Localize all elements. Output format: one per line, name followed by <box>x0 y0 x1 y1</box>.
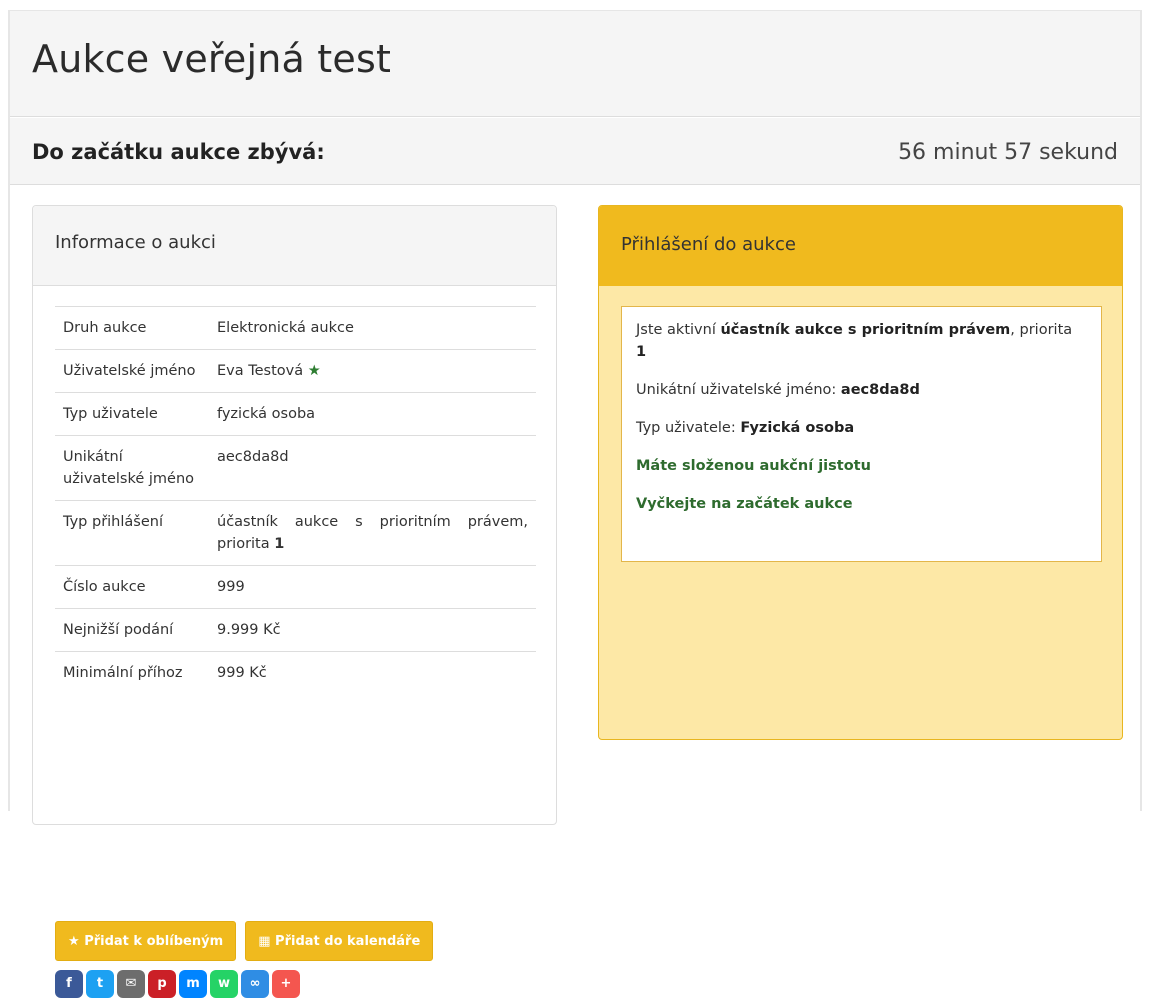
auction-info-header: Informace o aukci <box>33 206 556 286</box>
participant-status: Jste aktivní účastník aukce s prioritním… <box>636 319 1087 363</box>
status-prefix: Jste aktivní <box>636 322 716 338</box>
add-favorite-button[interactable]: ★ Přidat k oblíbeným <box>55 921 237 961</box>
unique-username-line: Unikátní uživatelské jméno: aec8da8d <box>636 379 1087 401</box>
row-value: 999 <box>209 565 536 609</box>
add-favorite-label: Přidat k oblíbeným <box>84 934 224 949</box>
table-row: Číslo aukce 999 <box>55 565 536 609</box>
row-label: Uživatelské jméno <box>55 349 209 393</box>
table-row: Nejnižší podání 9.999 Kč <box>55 608 536 652</box>
row-value: aec8da8d <box>209 435 536 501</box>
deposit-status-text: Máte složenou aukční jistotu <box>636 458 871 474</box>
wait-status: Vyčkejte na začátek aukce <box>636 493 1087 515</box>
add-calendar-label: Přidat do kalendáře <box>275 934 421 949</box>
page-frame: Aukce veřejná test Do začátku aukce zbýv… <box>8 10 1142 998</box>
auction-login-panel: Přihlášení do aukce Jste aktivní účastní… <box>598 205 1123 740</box>
status-priority: 1 <box>636 344 647 360</box>
auction-info-table: Druh aukce Elektronická aukce Uživatelsk… <box>55 306 536 694</box>
row-value: fyzická osoba <box>209 392 536 436</box>
row-label: Nejnižší podání <box>55 608 209 652</box>
username-value: Eva Testová <box>217 363 304 379</box>
auction-login-header: Přihlášení do aukce <box>599 206 1122 286</box>
unique-username-value: aec8da8d <box>840 382 920 398</box>
star-icon: ★ <box>68 934 80 949</box>
twitter-icon[interactable]: t <box>86 970 114 998</box>
priority-value: 1 <box>274 536 285 552</box>
countdown-label: Do začátku aukce zbývá: <box>32 140 325 164</box>
table-row: Minimální příhoz 999 Kč <box>55 651 536 694</box>
star-icon: ★ <box>307 363 321 379</box>
row-value: 9.999 Kč <box>209 608 536 652</box>
add-calendar-button[interactable]: ▦ Přidat do kalendáře <box>245 921 434 961</box>
row-label: Minimální příhoz <box>55 651 209 694</box>
user-type-label: Typ uživatele: <box>636 420 736 436</box>
calendar-icon: ▦ <box>258 934 271 949</box>
login-type-value: účastník aukce s prioritním právem, prio… <box>217 514 528 552</box>
table-row: Druh aukce Elektronická aukce <box>55 306 536 350</box>
table-row: Typ přihlášení účastník aukce s prioritn… <box>55 500 536 566</box>
row-label: Druh aukce <box>55 306 209 350</box>
page-title: Aukce veřejná test <box>32 37 392 81</box>
row-label: Typ uživatele <box>55 392 209 436</box>
countdown-bar: Do začátku aukce zbývá: 56 minut 57 seku… <box>10 118 1140 185</box>
user-type-line: Typ uživatele: Fyzická osoba <box>636 417 1087 439</box>
facebook-icon[interactable]: f <box>55 970 83 998</box>
auction-info-heading: Informace o aukci <box>55 232 216 253</box>
whatsapp-icon[interactable]: w <box>210 970 238 998</box>
more-icon[interactable]: + <box>272 970 300 998</box>
link-icon[interactable]: ∞ <box>241 970 269 998</box>
countdown-value: 56 minut 57 sekund <box>898 140 1118 165</box>
row-label: Typ přihlášení <box>55 500 209 566</box>
deposit-status: Máte složenou aukční jistotu <box>636 455 1087 477</box>
table-row: Uživatelské jméno Eva Testová ★ <box>55 349 536 393</box>
row-value: 999 Kč <box>209 651 536 694</box>
status-suffix: , priorita <box>1010 322 1073 338</box>
messenger-icon[interactable]: m <box>179 970 207 998</box>
row-label: Číslo aukce <box>55 565 209 609</box>
row-value-user: Eva Testová ★ <box>209 349 536 393</box>
login-status-box: Jste aktivní účastník aukce s prioritním… <box>621 306 1102 562</box>
row-value-login-type: účastník aukce s prioritním právem, prio… <box>209 500 536 566</box>
auction-info-panel: Informace o aukci Druh aukce Elektronick… <box>32 205 557 998</box>
unique-username-label: Unikátní uživatelské jméno: <box>636 382 837 398</box>
table-row: Unikátní uživatelské jméno aec8da8d <box>55 435 536 501</box>
row-value: Elektronická aukce <box>209 306 536 350</box>
auction-login-heading: Přihlášení do aukce <box>621 234 796 255</box>
row-label: Unikátní uživatelské jméno <box>55 435 209 501</box>
pinterest-icon[interactable]: p <box>148 970 176 998</box>
share-buttons: f t ✉ p m w ∞ + <box>55 970 303 998</box>
status-role: účastník aukce s prioritním právem <box>720 322 1011 338</box>
email-icon[interactable]: ✉ <box>117 970 145 998</box>
title-bar: Aukce veřejná test <box>10 11 1140 117</box>
user-type-value: Fyzická osoba <box>740 420 855 436</box>
action-buttons: ★ Přidat k oblíbeným ▦ Přidat do kalendá… <box>55 921 437 961</box>
wait-status-text: Vyčkejte na začátek aukce <box>636 496 853 512</box>
table-row: Typ uživatele fyzická osoba <box>55 392 536 436</box>
